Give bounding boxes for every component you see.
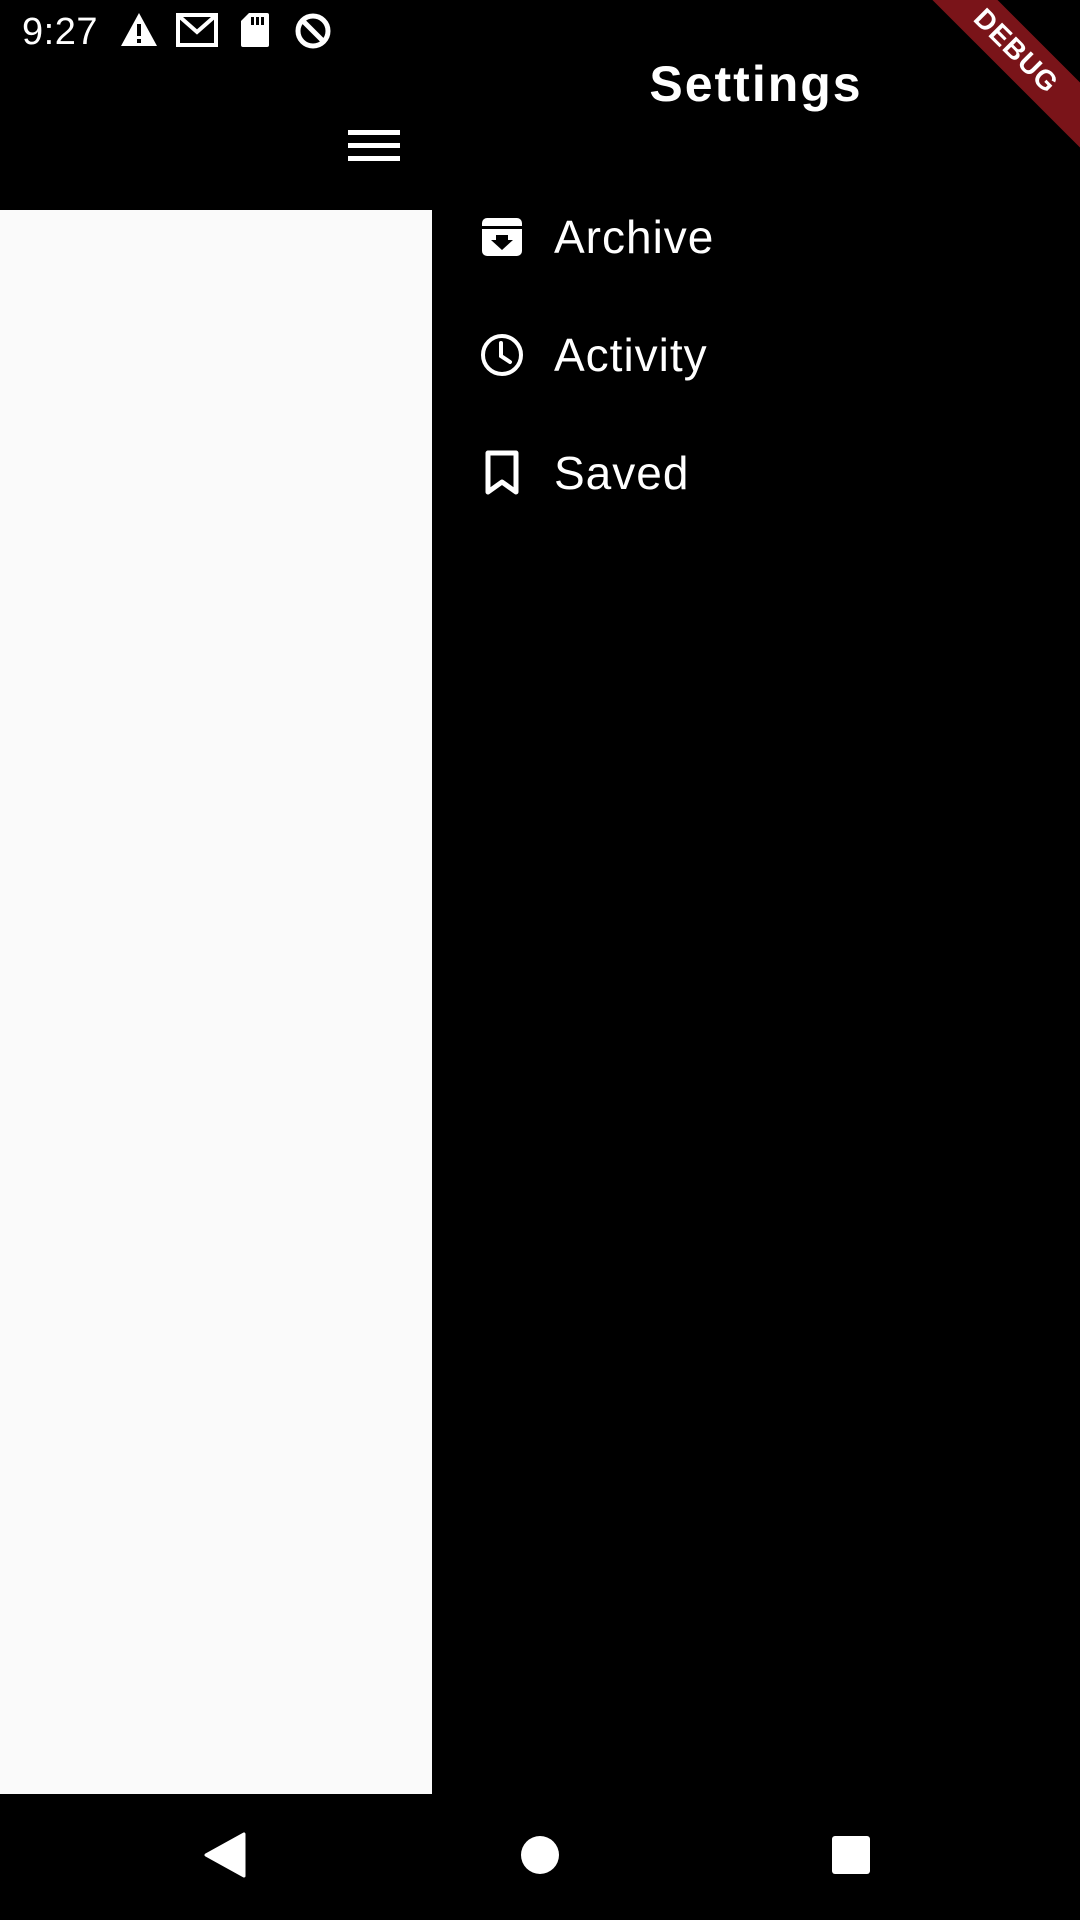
drawer-item-label: Archive [554,211,715,263]
menu-button[interactable] [330,104,418,192]
drawer-item-label: Saved [554,447,690,499]
recents-button[interactable] [806,1814,896,1900]
bookmark-icon [476,447,528,499]
drawer-item-saved[interactable]: Saved [432,414,1080,532]
screen: 9:27 Settings Archive Activity Saved DEB… [0,0,1080,1920]
navigation-bar [0,1794,1080,1920]
back-icon [204,1832,246,1883]
data-saver-icon [294,12,332,55]
back-button[interactable] [180,1814,270,1900]
drawer-item-archive[interactable]: Archive [432,178,1080,296]
menu-icon [348,128,400,169]
home-icon [520,1835,560,1880]
drawer-item-activity[interactable]: Activity [432,296,1080,414]
settings-drawer: Settings Archive Activity Saved [432,0,1080,1794]
clock-icon [476,329,528,381]
content-area [0,210,432,1794]
drawer-item-label: Activity [554,329,708,381]
drawer-list: Archive Activity Saved [432,178,1080,532]
home-button[interactable] [495,1814,585,1900]
recents-icon [831,1835,871,1880]
app-bar [0,64,432,210]
sd-card-icon [240,12,270,53]
gmail-icon [176,12,218,53]
status-time: 9:27 [22,11,98,53]
archive-icon [476,211,528,263]
warning-icon [120,12,158,53]
drawer-title: Settings [649,56,863,112]
